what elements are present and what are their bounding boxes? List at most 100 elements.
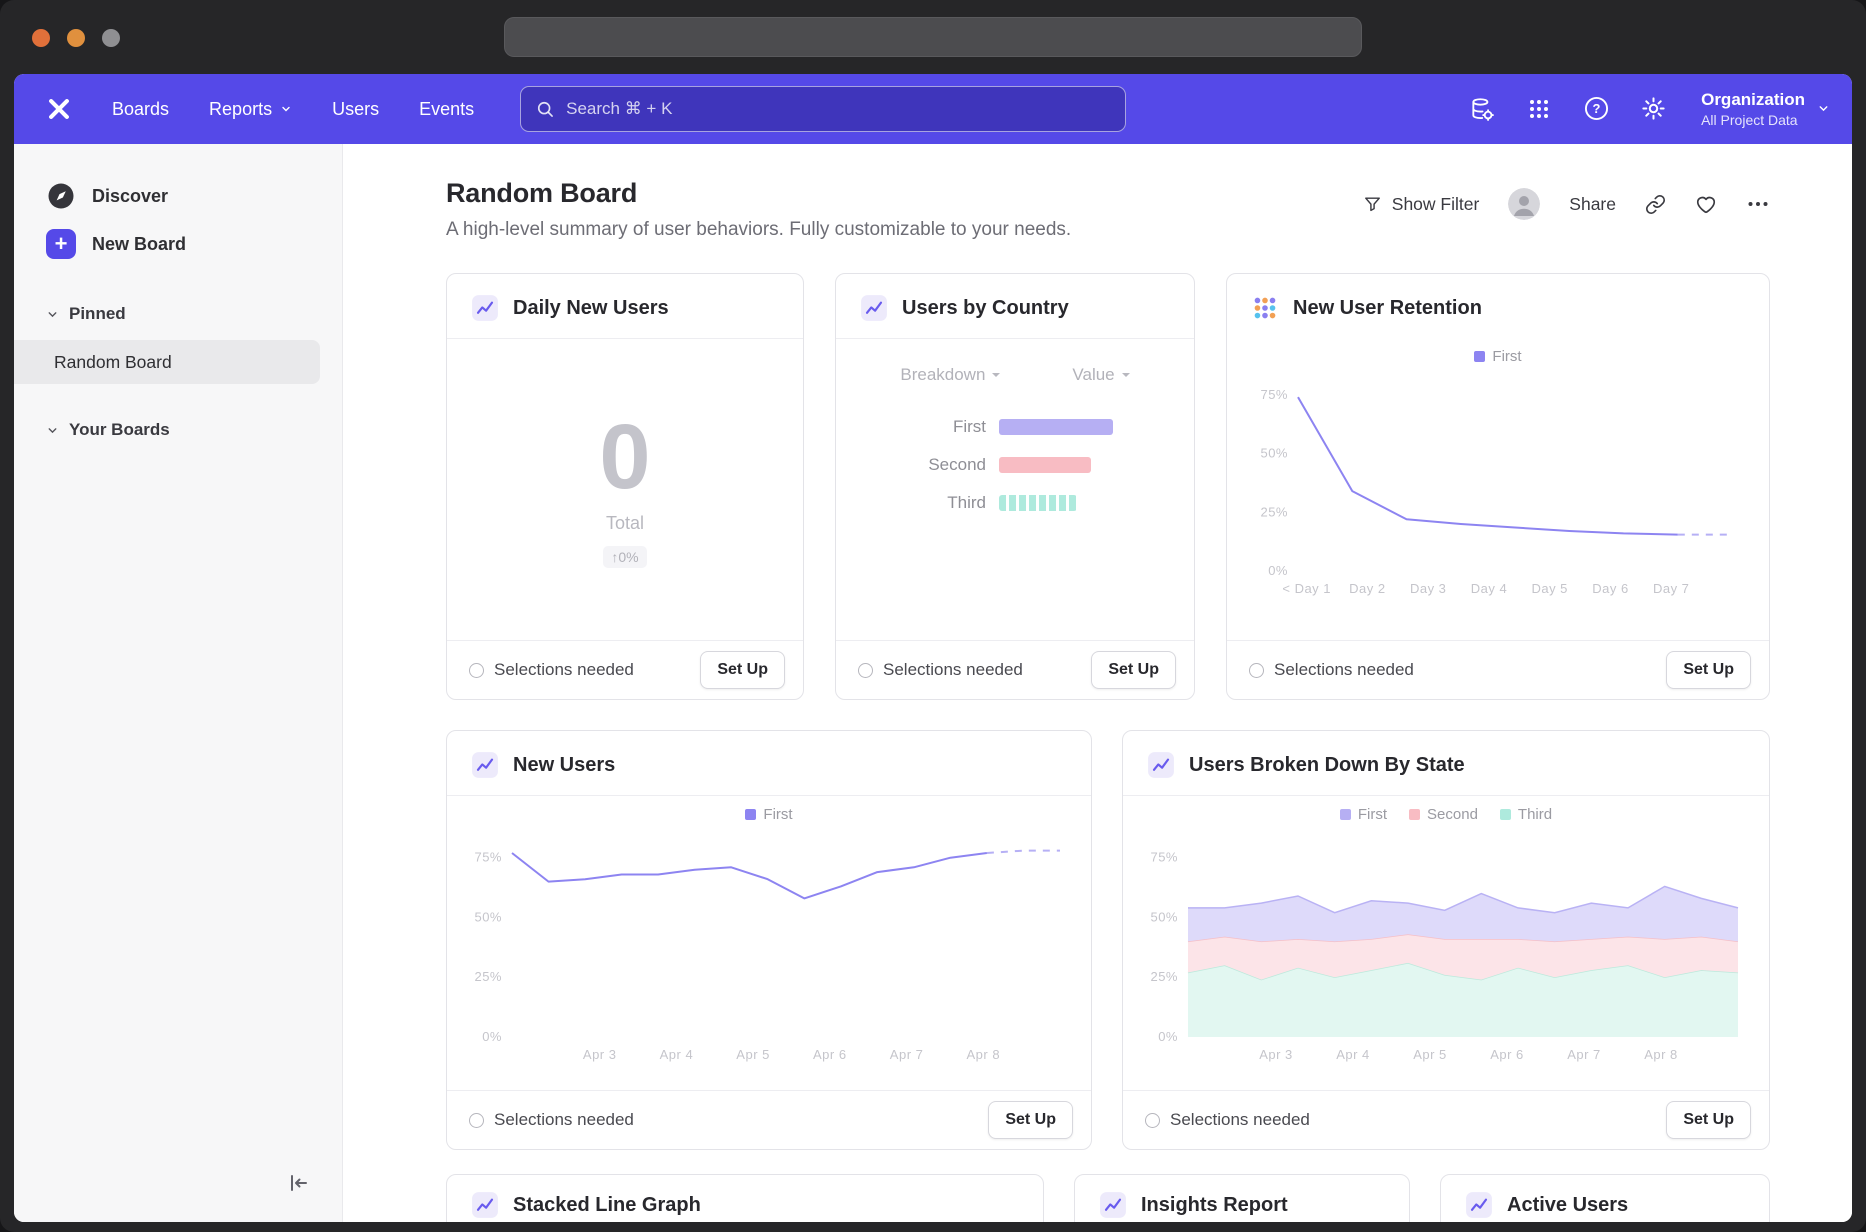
show-filter-label: Show Filter	[1392, 194, 1480, 215]
retention-line-chart: 75%50%25%0%< Day 1Day 2Day 3Day 4Day 5Da…	[1248, 373, 1748, 601]
line-chart-icon	[1099, 1191, 1127, 1219]
card-users-by-state: Users Broken Down By State FirstSecondTh…	[1122, 730, 1770, 1150]
svg-text:Apr 8: Apr 8	[967, 1047, 1001, 1062]
collapse-left-icon	[286, 1171, 310, 1195]
card-title: New User Retention	[1293, 297, 1482, 320]
chevron-down-icon	[46, 308, 59, 321]
sidebar-item-random-board[interactable]: Random Board	[14, 340, 320, 384]
set-up-button[interactable]: Set Up	[1666, 651, 1751, 689]
breakdown-label: Breakdown	[900, 365, 985, 385]
chart-legend: First	[1227, 348, 1769, 365]
svg-text:Apr 6: Apr 6	[1490, 1047, 1524, 1062]
line-chart-icon	[860, 294, 888, 322]
value-dropdown[interactable]: Value	[1072, 365, 1129, 385]
selections-needed-status: Selections needed	[858, 660, 1023, 680]
card-users-by-country: Users by Country Breakdown Value	[835, 273, 1195, 700]
status-circle-icon	[469, 1113, 484, 1128]
sidebar-item-discover[interactable]: Discover	[14, 172, 342, 220]
traffic-lights	[32, 29, 120, 47]
sidebar: Discover + New Board Pinned Random Board…	[14, 144, 343, 1222]
legend-swatch	[1409, 809, 1420, 820]
nav-users[interactable]: Users	[332, 99, 379, 120]
svg-text:Day 5: Day 5	[1531, 581, 1567, 596]
set-up-button[interactable]: Set Up	[1666, 1101, 1751, 1139]
board-header-text: Random Board A high-level summary of use…	[446, 178, 1071, 241]
legend-item-first[interactable]: First	[1340, 806, 1387, 823]
chevron-down-icon	[1817, 102, 1830, 115]
legend-swatch	[1474, 351, 1485, 362]
svg-text:50%: 50%	[1150, 909, 1178, 924]
country-bar[interactable]	[999, 457, 1091, 473]
legend-label: First	[1492, 348, 1521, 365]
line-chart-icon	[471, 1191, 499, 1219]
legend-item-second[interactable]: Second	[1409, 806, 1478, 823]
help-icon[interactable]: ?	[1581, 94, 1611, 124]
country-bar-row: First	[836, 417, 1194, 437]
share-button[interactable]: Share	[1569, 194, 1616, 215]
card-title: Stacked Line Graph	[513, 1194, 701, 1217]
svg-text:Apr 6: Apr 6	[813, 1047, 847, 1062]
legend-item-third[interactable]: Third	[1500, 806, 1552, 823]
selections-needed-status: Selections needed	[1249, 660, 1414, 680]
show-filter-button[interactable]: Show Filter	[1363, 194, 1480, 215]
svg-text:50%: 50%	[1260, 446, 1288, 461]
window-close-button[interactable]	[32, 29, 50, 47]
status-label: Selections needed	[1274, 660, 1414, 680]
svg-text:75%: 75%	[1260, 387, 1288, 402]
svg-text:?: ?	[1592, 102, 1600, 117]
settings-gear-icon[interactable]	[1638, 94, 1668, 124]
search-input[interactable]	[566, 99, 1111, 119]
navbar-right: ? Organization All Project Data	[1467, 90, 1830, 128]
address-bar[interactable]	[504, 17, 1362, 57]
breakdown-dropdown[interactable]: Breakdown	[900, 365, 1000, 385]
card-daily-new-users: Daily New Users 0 Total ↑0% Selections n…	[446, 273, 804, 700]
org-switcher[interactable]: Organization All Project Data	[1701, 90, 1830, 128]
svg-text:75%: 75%	[1150, 850, 1178, 865]
line-chart-icon	[471, 751, 499, 779]
sidebar-section-pinned[interactable]: Pinned	[14, 294, 342, 334]
window-titlebar	[0, 0, 1866, 74]
copy-link-icon[interactable]	[1645, 194, 1666, 215]
card-new-users: New Users First 75%50%25%0%Apr 3Apr 4Apr…	[446, 730, 1092, 1150]
selections-needed-status: Selections needed	[469, 1110, 634, 1130]
sidebar-item-new-board[interactable]: + New Board	[14, 220, 342, 268]
legend-item-first[interactable]: First	[1474, 348, 1521, 365]
favorite-heart-icon[interactable]	[1695, 193, 1717, 215]
avatar[interactable]	[1508, 188, 1540, 220]
nav-reports[interactable]: Reports	[209, 99, 292, 120]
status-label: Selections needed	[494, 1110, 634, 1130]
sidebar-section-your-boards[interactable]: Your Boards	[14, 410, 342, 450]
country-bar[interactable]	[999, 419, 1113, 435]
set-up-button[interactable]: Set Up	[1091, 651, 1176, 689]
country-bar-row: Third	[836, 493, 1194, 513]
set-up-button[interactable]: Set Up	[700, 651, 785, 689]
status-circle-icon	[1249, 663, 1264, 678]
org-project: All Project Data	[1701, 112, 1805, 128]
status-circle-icon	[469, 663, 484, 678]
top-navbar: Boards Reports Users Events	[14, 74, 1852, 144]
new-users-line-chart: 75%50%25%0%Apr 3Apr 4Apr 5Apr 6Apr 7Apr …	[462, 831, 1076, 1067]
legend-swatch	[745, 809, 756, 820]
data-management-icon[interactable]	[1467, 94, 1497, 124]
nav-events[interactable]: Events	[419, 99, 474, 120]
window-zoom-button[interactable]	[102, 29, 120, 47]
card-stacked-line-graph: Stacked Line Graph	[446, 1174, 1044, 1222]
apps-grid-icon[interactable]	[1524, 94, 1554, 124]
svg-text:50%: 50%	[474, 909, 502, 924]
svg-text:25%: 25%	[1150, 969, 1178, 984]
more-options-icon[interactable]	[1746, 192, 1770, 216]
mixpanel-logo-icon[interactable]	[44, 94, 74, 124]
legend-item-first[interactable]: First	[745, 806, 792, 823]
set-up-button[interactable]: Set Up	[988, 1101, 1073, 1139]
svg-text:Apr 7: Apr 7	[890, 1047, 924, 1062]
country-bar-label: Second	[836, 455, 986, 475]
sidebar-collapse-button[interactable]	[286, 1171, 310, 1198]
svg-text:Apr 4: Apr 4	[660, 1047, 694, 1062]
window-minimize-button[interactable]	[67, 29, 85, 47]
global-search[interactable]	[520, 86, 1126, 132]
plus-icon: +	[46, 229, 76, 259]
nav-boards[interactable]: Boards	[112, 99, 169, 120]
country-bar[interactable]	[999, 495, 1077, 511]
browser-window: Boards Reports Users Events	[0, 0, 1866, 1232]
pinned-label: Pinned	[69, 304, 126, 324]
